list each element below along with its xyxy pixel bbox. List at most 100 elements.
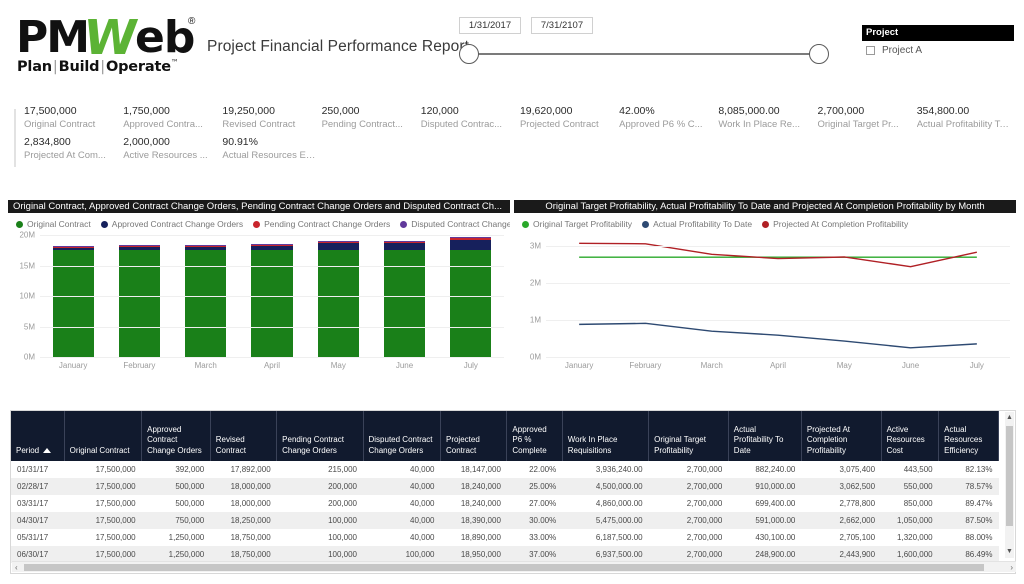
gridline xyxy=(546,283,1010,285)
legend-label: Approved Contract Change Orders xyxy=(111,219,244,229)
date-range-slicer[interactable]: 1/31/2017 7/31/2107 xyxy=(459,17,829,65)
bar-chart-legend: Original Contract Approved Contract Chang… xyxy=(8,213,510,229)
slider-handle-right[interactable] xyxy=(809,44,829,64)
horizontal-scroll-thumb[interactable] xyxy=(24,564,984,571)
table-cell: 18,240,000 xyxy=(460,499,501,508)
slider-track[interactable] xyxy=(469,53,819,55)
table-row[interactable]: 04/30/17 17,500,000 750,000 18,250,000 100,0… xyxy=(11,512,999,529)
table-cell: 910,000.00 xyxy=(728,478,802,495)
kpi-label: Pending Contract... xyxy=(321,119,403,130)
table-header-label: Revised Contract xyxy=(215,435,246,455)
table-header-cell[interactable]: Work In Place Requisitions xyxy=(562,411,650,461)
stacked-bar[interactable] xyxy=(317,241,359,357)
x-axis-tick-label: March xyxy=(194,361,217,370)
line-chart-title: Original Target Profitability, Actual Pr… xyxy=(514,200,1016,213)
table-header-cell[interactable]: Revised Contract xyxy=(210,411,278,461)
bar-segment[interactable] xyxy=(317,242,359,251)
kpi-value: 2,834,800 xyxy=(24,136,71,148)
line-chart-series[interactable] xyxy=(546,235,1010,357)
table-body: 01/31/17 17,500,000 392,000 17,892,000 215,0… xyxy=(11,461,999,563)
project-slicer-item-project-a[interactable]: Project A xyxy=(862,41,1014,56)
stacked-bar[interactable] xyxy=(185,245,227,357)
vertical-scroll-thumb[interactable] xyxy=(1006,426,1013,526)
legend-item[interactable]: Projected At Completion Profitability xyxy=(762,219,908,229)
table-horizontal-scrollbar[interactable]: ‹ › xyxy=(12,561,1016,572)
stacked-bar[interactable] xyxy=(450,237,492,357)
page-title: Project Financial Performance Report xyxy=(207,38,470,55)
table-cell: 1,050,000 xyxy=(881,512,939,529)
kpi-card: 2,834,800 Projected At Com... xyxy=(24,136,123,162)
table-cell: 30.00% xyxy=(506,512,563,529)
line-series-path[interactable] xyxy=(579,323,977,347)
table-header-cell[interactable]: Period xyxy=(11,411,65,461)
table-header-cell[interactable]: Original Target Profitability xyxy=(648,411,729,461)
table-row[interactable]: 02/28/17 17,500,000 500,000 18,000,000 200,0… xyxy=(11,478,999,495)
scroll-up-icon[interactable]: ▲ xyxy=(1006,414,1013,422)
table-cell: 500,000 xyxy=(175,499,205,508)
gridline xyxy=(546,320,1010,322)
stacked-bar[interactable] xyxy=(118,245,160,357)
bar-chart-x-axis: January February March April May June July xyxy=(40,361,504,370)
stacked-bar[interactable] xyxy=(384,241,426,357)
table-cell: 5,475,000.00 xyxy=(562,512,649,529)
table-header-cell[interactable]: Actual Profitability To Date xyxy=(728,411,802,461)
kpi-card: 2,000,000 Active Resources ... xyxy=(123,136,222,162)
table-header-cell[interactable]: Projected Contract xyxy=(440,411,508,461)
bar-segment[interactable] xyxy=(384,242,426,251)
project-slicer[interactable]: Project Project A xyxy=(862,25,1014,56)
table-header-cell[interactable]: Actual Resources Efficiency xyxy=(938,411,999,461)
date-from-input[interactable]: 1/31/2017 xyxy=(459,17,521,34)
legend-item[interactable]: Original Contract xyxy=(16,219,91,229)
table-header-label: Original Target Profitability xyxy=(654,435,706,455)
table-cell: 88.00% xyxy=(965,533,993,542)
gridline xyxy=(546,357,1010,358)
kpi-label: Approved P6 % C... xyxy=(619,119,703,130)
kpi-value: 17,500,000 xyxy=(24,105,77,117)
table-header-cell[interactable]: Projected At Completion Profitability xyxy=(801,411,882,461)
sort-ascending-icon[interactable] xyxy=(43,447,52,453)
stacked-bar[interactable] xyxy=(52,245,94,357)
table-cell: 03/31/17 xyxy=(17,499,49,508)
table-header-cell[interactable]: Pending Contract Change Orders xyxy=(276,411,364,461)
slider-handle-left[interactable] xyxy=(459,44,479,64)
table-cell: 04/30/17 xyxy=(11,512,65,529)
data-table-container[interactable]: Period Original Contract Approved Contract… xyxy=(10,410,1016,574)
table-vertical-scrollbar[interactable]: ▲ ▼ xyxy=(1005,412,1014,558)
kpi-value: 42.00% xyxy=(619,105,655,117)
scroll-left-icon[interactable]: ‹ xyxy=(15,563,18,572)
table-header-cell[interactable]: Disputed Contract Change Orders xyxy=(363,411,441,461)
table-cell: 78.57% xyxy=(938,478,999,495)
gridline xyxy=(40,326,504,328)
legend-item[interactable]: Original Target Profitability xyxy=(522,219,632,229)
legend-item[interactable]: Pending Contract Change Orders xyxy=(253,219,390,229)
table-cell: 2,700,000 xyxy=(648,478,729,495)
legend-color-dot-icon xyxy=(253,220,261,228)
scroll-right-icon[interactable]: › xyxy=(1010,563,1013,572)
x-axis-tick-label: July xyxy=(463,361,478,370)
y-axis-tick-label: 3M xyxy=(529,241,541,251)
table-header-cell[interactable]: Original Contract xyxy=(64,411,143,461)
table-cell: 4,500,000.00 xyxy=(562,478,649,495)
bar-segment[interactable] xyxy=(450,239,492,251)
legend-color-dot-icon xyxy=(400,220,408,228)
table-row[interactable]: 01/31/17 17,500,000 392,000 17,892,000 215,0… xyxy=(11,461,999,478)
legend-item[interactable]: Disputed Contract Change O... xyxy=(400,219,510,229)
table-cell: 3,062,500 xyxy=(801,478,882,495)
stacked-bar[interactable] xyxy=(251,244,293,357)
table-cell: 02/28/17 xyxy=(11,478,65,495)
kpi-label: Projected Contract xyxy=(519,119,599,130)
table-row[interactable]: 05/31/17 17,500,000 1,250,000 18,750,000 100… xyxy=(11,529,999,546)
scroll-down-icon[interactable]: ▼ xyxy=(1006,548,1013,556)
legend-item[interactable]: Actual Profitability To Date xyxy=(642,219,752,229)
date-to-input[interactable]: 7/31/2107 xyxy=(531,17,593,34)
legend-item[interactable]: Approved Contract Change Orders xyxy=(100,219,244,229)
table-row[interactable]: 03/31/17 17,500,000 500,000 18,000,000 200,0… xyxy=(11,495,999,512)
table-header-cell[interactable]: Approved P6 % Complete xyxy=(506,411,563,461)
table-header-row[interactable]: Period Original Contract Approved Contract… xyxy=(11,411,999,461)
checkbox-icon[interactable] xyxy=(866,46,875,55)
kpi-divider xyxy=(14,109,16,167)
table-header-cell[interactable]: Active Resources Cost xyxy=(881,411,940,461)
table-header-cell[interactable]: Approved Contract Change Orders xyxy=(141,411,211,461)
tagline-operate: Operate xyxy=(105,58,171,75)
table-cell: 17,892,000 xyxy=(230,465,271,474)
